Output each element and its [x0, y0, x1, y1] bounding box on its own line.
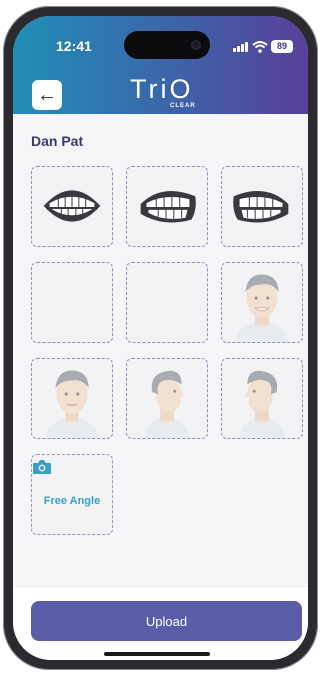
photo-content: Dan Pat Free Angle — [13, 114, 308, 586]
photo-slot-face-profile-left[interactable] — [221, 358, 303, 439]
photo-slot-face-smile[interactable] — [221, 262, 303, 343]
logo-wordmark: TriO — [130, 74, 194, 104]
front-camera-icon — [191, 40, 201, 50]
trio-clear-logo: TriO CLEAR — [130, 74, 202, 112]
status-icons: 89 — [233, 40, 293, 54]
face-profile-left-icon — [239, 370, 285, 438]
header-bar: 12:41 89 ← TriO CLEAR — [13, 16, 308, 114]
face-profile-right-icon — [144, 370, 190, 438]
photo-slot-empty-2[interactable] — [126, 262, 208, 343]
photo-slot-empty-1[interactable] — [31, 262, 113, 343]
phone-frame: 12:41 89 ← TriO CLEAR Dan Pat Free Angle… — [3, 6, 318, 670]
screen: 12:41 89 ← TriO CLEAR Dan Pat Free Angle… — [13, 16, 308, 660]
back-button[interactable]: ← — [32, 80, 62, 110]
dynamic-island — [124, 31, 210, 59]
photo-slot-teeth-right[interactable] — [126, 166, 208, 247]
status-time: 12:41 — [56, 38, 92, 54]
face-smile-icon — [235, 274, 289, 342]
free-angle-button[interactable]: Free Angle — [31, 454, 113, 535]
face-front-icon — [45, 370, 99, 438]
patient-name: Dan Pat — [31, 133, 84, 149]
photo-slot-teeth-left[interactable] — [221, 166, 303, 247]
home-indicator[interactable] — [104, 652, 210, 656]
logo-subtitle: CLEAR — [170, 103, 196, 109]
free-angle-label: Free Angle — [43, 494, 101, 507]
camera-icon — [33, 460, 51, 474]
photo-slot-teeth-front[interactable] — [31, 166, 113, 247]
battery-icon: 89 — [271, 40, 293, 53]
footer-bar: Upload — [13, 586, 308, 660]
photo-slot-face-profile-right[interactable] — [126, 358, 208, 439]
arrow-left-icon: ← — [37, 84, 57, 106]
teeth-front-icon — [43, 190, 101, 222]
teeth-right-icon — [140, 190, 196, 223]
wifi-icon — [252, 41, 268, 53]
signal-icon — [233, 42, 249, 52]
photo-slot-face-front[interactable] — [31, 358, 113, 439]
teeth-left-icon — [233, 190, 289, 223]
upload-button[interactable]: Upload — [31, 601, 302, 641]
